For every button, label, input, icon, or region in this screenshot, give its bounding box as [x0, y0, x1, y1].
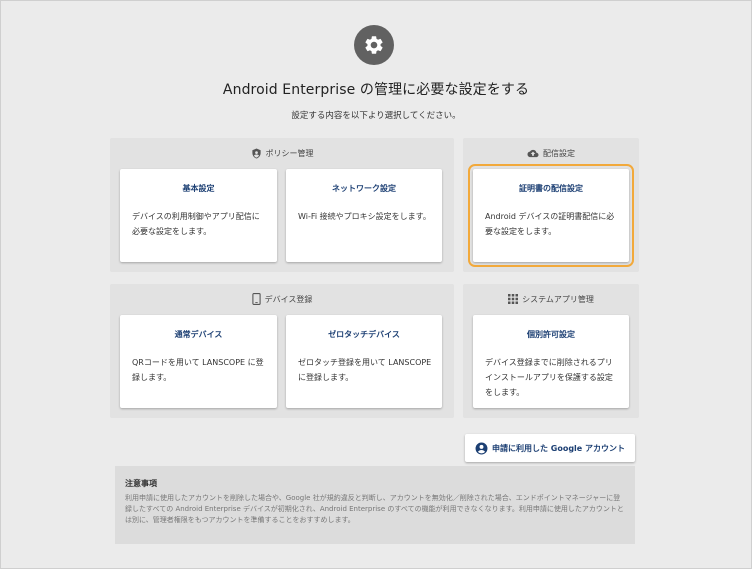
shield-icon [251, 147, 261, 159]
apps-grid-icon [508, 294, 519, 304]
device-group-header: デバイス登録 [110, 292, 454, 306]
policy-group-header: ポリシー管理 [110, 146, 454, 160]
card-title: 個別許可設定 [527, 330, 575, 339]
device-group-label: デバイス登録 [264, 294, 313, 304]
gear-icon [354, 25, 394, 65]
cloud-upload-icon [527, 149, 539, 157]
card-title: 通常デバイス [174, 330, 223, 339]
notice-body: 利用申請に使用したアカウントを削除した場合や、Google 社が規約違反と判断し… [125, 494, 624, 524]
card-zero-touch-device[interactable]: ゼロタッチデバイス ゼロタッチ登録を用いて LANSCOPE に登録します。 [286, 315, 442, 408]
card-certificate-delivery[interactable]: 証明書の配信設定 Android デバイスの証明書配信に必要な設定をします。 [468, 164, 634, 267]
delivery-group: 配信設定 証明書の配信設定 Android デバイスの証明書配信に必要な設定をし… [463, 138, 639, 272]
notice-box: 注意事項 利用申請に使用したアカウントを削除した場合や、Google 社が規約違… [115, 466, 635, 544]
card-network-settings[interactable]: ネットワーク設定 Wi-Fi 接続やプロキシ設定をします。 [286, 169, 442, 262]
sysapp-group-header: システムアプリ管理 [463, 292, 639, 306]
card-title: ネットワーク設定 [332, 184, 396, 193]
smartphone-icon [251, 293, 261, 305]
google-account-button[interactable]: 申請に利用した Google アカウント [465, 434, 635, 462]
device-group: デバイス登録 通常デバイス QRコードを用いて LANSCOPE に登録します。… [110, 284, 454, 418]
notice-title: 注意事項 [125, 479, 157, 488]
card-description: デバイス登録までに削除されるプリインストールアプリを保護する設定をします。 [485, 358, 613, 397]
page-title: Android Enterprise の管理に必要な設定をする [222, 82, 530, 98]
sysapp-group: システムアプリ管理 個別許可設定 デバイス登録までに削除されるプリインストールア… [463, 284, 639, 418]
card-description: QRコードを用いて LANSCOPE に登録します。 [132, 358, 264, 382]
card-normal-device[interactable]: 通常デバイス QRコードを用いて LANSCOPE に登録します。 [120, 315, 277, 408]
policy-group: ポリシー管理 基本設定 デバイスの利用制御やアプリ配信に必要な設定をします。 ネ… [110, 138, 454, 272]
delivery-group-label: 配信設定 [543, 148, 575, 158]
card-individual-permission[interactable]: 個別許可設定 デバイス登録までに削除されるプリインストールアプリを保護する設定を… [473, 315, 629, 408]
page-frame: Android Enterprise の管理に必要な設定をする 設定する内容を以… [0, 0, 752, 569]
account-circle-icon [475, 442, 488, 454]
card-title: 基本設定 [182, 184, 215, 193]
card-description: デバイスの利用制御やアプリ配信に必要な設定をします。 [132, 212, 260, 236]
card-basic-settings[interactable]: 基本設定 デバイスの利用制御やアプリ配信に必要な設定をします。 [120, 169, 277, 262]
card-title: 証明書の配信設定 [519, 184, 583, 193]
delivery-group-header: 配信設定 [463, 146, 639, 160]
google-account-button-label: 申請に利用した Google アカウント [491, 443, 626, 453]
card-description: ゼロタッチ登録を用いて LANSCOPE に登録します。 [298, 358, 432, 382]
card-description: Wi-Fi 接続やプロキシ設定をします。 [298, 212, 431, 221]
page-subtitle: 設定する内容を以下より選択してください。 [291, 111, 461, 121]
sysapp-group-label: システムアプリ管理 [522, 294, 594, 304]
policy-group-label: ポリシー管理 [265, 148, 314, 158]
card-description: Android デバイスの証明書配信に必要な設定をします。 [485, 212, 615, 236]
card-title: ゼロタッチデバイス [328, 330, 400, 339]
